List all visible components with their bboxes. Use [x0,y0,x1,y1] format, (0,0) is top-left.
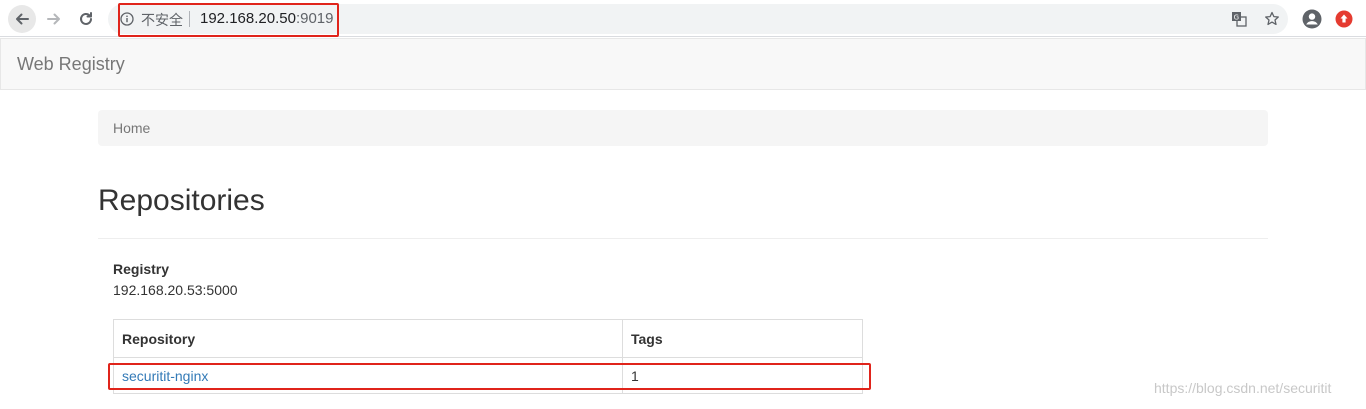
column-header-tags: Tags [622,319,863,358]
info-icon[interactable] [120,12,134,26]
table-row: securitit-nginx 1 [113,357,863,394]
brand-link[interactable]: Web Registry [17,54,125,75]
registry-label: Registry [113,261,170,277]
svg-text:G: G [1234,14,1239,22]
tags-cell: 1 [622,357,863,394]
address-bar[interactable]: 不安全 192.168.20.50:9019 G [108,4,1288,34]
breadcrumb: Home [98,110,1268,146]
extension-icon[interactable] [1335,10,1353,28]
reload-icon [80,12,92,25]
registry-address: 192.168.20.53:5000 [113,282,238,298]
page-title: Repositories [98,184,265,217]
arrow-right-icon [47,13,60,25]
repositories-table: Repository Tags securitit-nginx 1 [113,319,863,394]
column-header-repository: Repository [113,319,623,358]
url-separator [189,11,190,27]
browser-toolbar: 不安全 192.168.20.50:9019 G [0,0,1366,37]
not-secure-label: 不安全 [141,13,183,29]
profile-avatar-icon[interactable] [1302,9,1322,29]
breadcrumb-home[interactable]: Home [113,120,150,136]
url-host: 192.168.20.50 [200,10,296,27]
repository-link[interactable]: securitit-nginx [122,368,208,384]
arrow-left-icon [16,13,29,25]
star-icon [1265,11,1279,26]
translate-icon: G [1232,12,1247,27]
url-text[interactable]: 192.168.20.50:9019 [200,10,333,27]
repository-cell: securitit-nginx [113,357,623,394]
watermark-text: https://blog.csdn.net/securitit [1154,380,1332,396]
translate-button[interactable]: G [1230,10,1248,28]
app-navbar: Web Registry [0,38,1366,90]
url-port: :9019 [295,10,334,27]
bookmark-button[interactable] [1263,10,1281,28]
table-header-row: Repository Tags [113,319,863,358]
forward-button[interactable] [40,5,68,33]
header-divider [98,238,1268,239]
reload-button[interactable] [72,5,100,33]
back-button[interactable] [8,5,36,33]
